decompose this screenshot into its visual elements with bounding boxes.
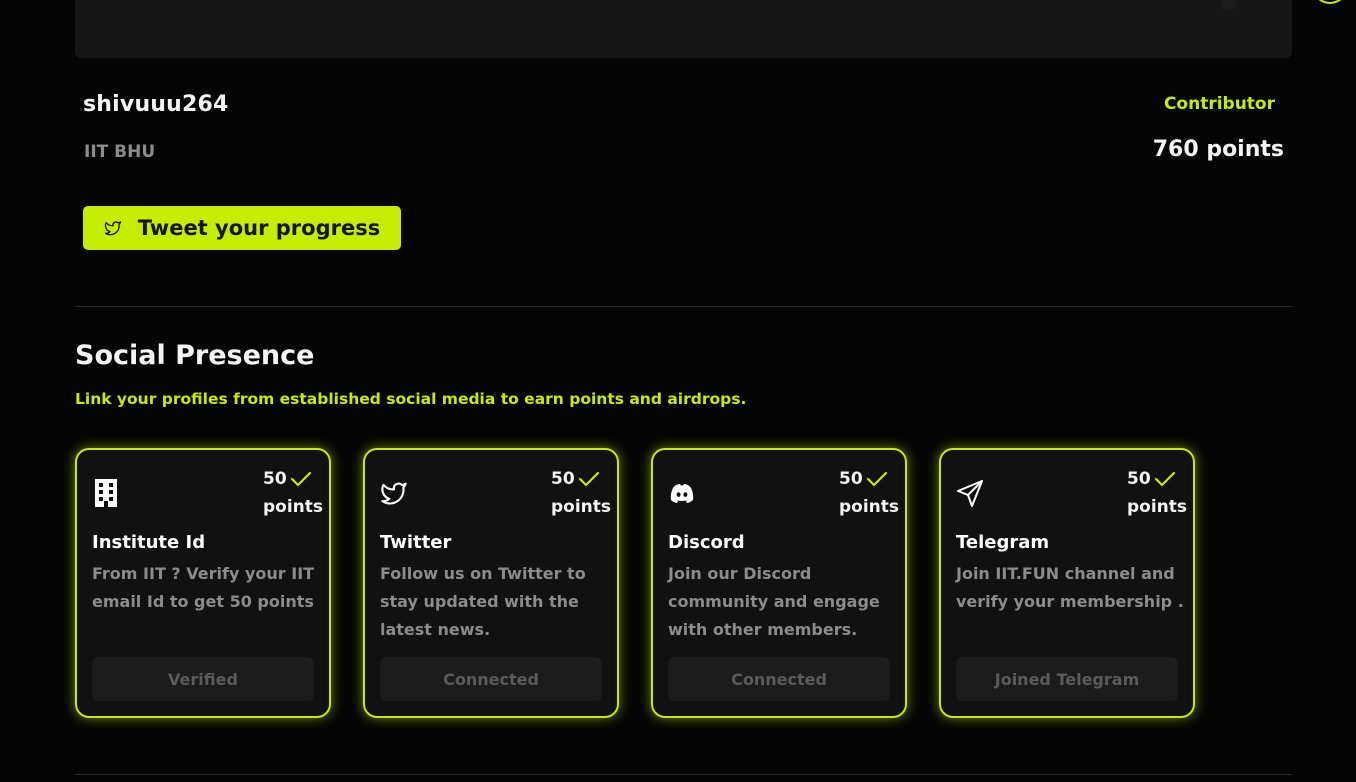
- social-section-subtitle: Link your profiles from established soci…: [75, 390, 747, 408]
- card-description: Follow us on Twitter to stay updated wit…: [380, 564, 586, 639]
- card-description: From IIT ? Verify your IIT email Id to g…: [92, 564, 315, 611]
- twitter-connected-button[interactable]: Connected: [380, 657, 602, 701]
- points-value: 50: [839, 469, 863, 489]
- points-value: 50: [1127, 469, 1151, 489]
- card-title: Telegram: [956, 532, 1050, 553]
- tweet-progress-label: Tweet your progress: [137, 216, 381, 240]
- social-card-institute: 50 points Institute Id From IIT ? Verify…: [75, 448, 331, 718]
- card-title: Twitter: [380, 532, 452, 553]
- username: shivuuu264: [83, 92, 229, 117]
- points-unit: points: [263, 497, 324, 517]
- card-title: Institute Id: [92, 532, 206, 553]
- banner-scroll-edge: [1222, 0, 1236, 10]
- points-value: 50: [263, 469, 287, 489]
- points-unit: points: [551, 497, 612, 517]
- tweet-progress-button[interactable]: Tweet your progress: [83, 206, 401, 250]
- profile-page: shivuuu264 IIT BHU Contributor 760 point…: [0, 0, 1356, 782]
- twitter-icon: [104, 221, 121, 236]
- check-icon: [578, 471, 600, 487]
- social-section-title: Social Presence: [75, 340, 315, 371]
- send-icon: [956, 478, 984, 508]
- points-value: 50: [551, 469, 575, 489]
- discord-icon: [668, 478, 696, 508]
- verified-button[interactable]: Verified: [92, 657, 314, 701]
- social-card-telegram: 50 points Telegram Join IIT.FUN channel …: [939, 448, 1195, 718]
- rank-badge: Contributor: [1163, 94, 1275, 114]
- avatar-ring: [1312, 0, 1348, 4]
- social-card-discord: 50 points Discord Join our Discord commu…: [651, 448, 907, 718]
- section-divider: [75, 306, 1292, 307]
- discord-connected-button[interactable]: Connected: [668, 657, 890, 701]
- twitter-icon: [380, 478, 408, 508]
- points-total: 760 points: [1152, 137, 1284, 162]
- check-icon: [1154, 471, 1176, 487]
- card-description: Join our Discord community and engage wi…: [668, 564, 880, 639]
- card-title: Discord: [668, 532, 745, 553]
- institute-name: IIT BHU: [84, 142, 156, 162]
- points-unit: points: [1127, 497, 1188, 517]
- profile-banner: [75, 0, 1348, 58]
- card-description: Join IIT.FUN channel and verify your mem…: [956, 564, 1184, 611]
- points-unit: points: [839, 497, 900, 517]
- bottom-divider: [75, 774, 1292, 775]
- social-card-twitter: 50 points Twitter Follow us on Twitter t…: [363, 448, 619, 718]
- joined-telegram-button[interactable]: Joined Telegram: [956, 657, 1178, 701]
- check-icon: [290, 471, 312, 487]
- check-icon: [866, 471, 888, 487]
- building-icon: [92, 478, 120, 508]
